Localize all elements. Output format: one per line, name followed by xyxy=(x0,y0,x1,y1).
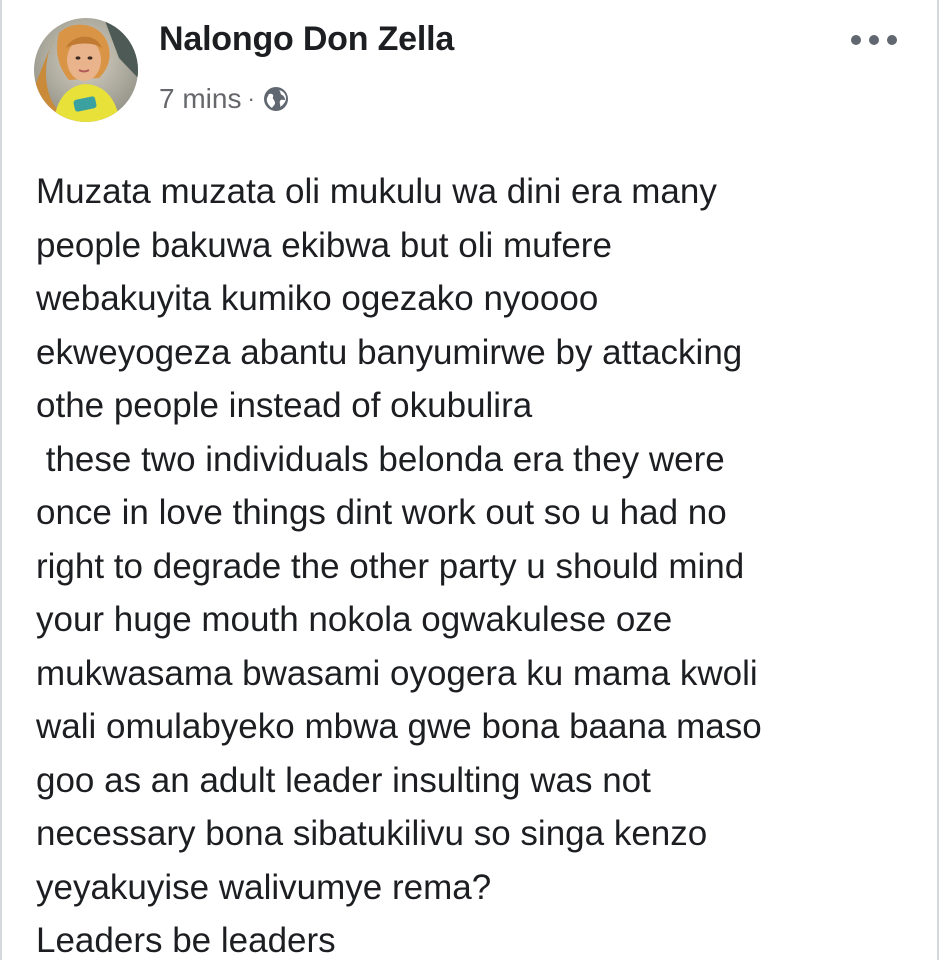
post-meta: 7 mins · xyxy=(159,80,289,118)
globe-icon[interactable] xyxy=(263,86,289,112)
post-text-line: othe people instead of okubulira xyxy=(36,386,533,425)
post-text-line: these two individuals belonda era they w… xyxy=(36,439,725,479)
post-text-line: webakuyita kumiko ogezako nyoooo xyxy=(36,279,599,318)
post-text-line: wali omulabyeko mbwa gwe bona baana maso xyxy=(36,707,762,746)
post-text-line: your huge mouth nokola ogwakulese oze xyxy=(36,600,673,639)
post-text-line: goo as an adult leader insulting was not xyxy=(36,760,651,800)
avatar-photo xyxy=(34,18,138,122)
avatar[interactable] xyxy=(34,18,138,122)
post-text-line: once in love things dint work out so u h… xyxy=(36,493,727,532)
post-timestamp[interactable]: 7 mins xyxy=(159,83,241,115)
post-text-line: necessary bona sibatukilivu so singa ken… xyxy=(36,814,708,853)
more-dot xyxy=(851,35,861,45)
post-text-line: yeyakuyise walivumye rema? xyxy=(36,867,492,907)
more-dot xyxy=(869,35,879,45)
more-dot xyxy=(887,35,897,45)
meta-separator: · xyxy=(247,86,255,111)
post-text: Muzata muzata oli mukulu wa dini era man… xyxy=(36,165,916,968)
post-author-name[interactable]: Nalongo Don Zella xyxy=(159,20,454,59)
facebook-post: Nalongo Don Zella 7 mins · Muzata muzata… xyxy=(0,0,939,960)
post-text-line: Muzata muzata oli mukulu wa dini era man… xyxy=(36,172,717,211)
post-text-line: Leaders be leaders xyxy=(36,921,336,960)
more-options-icon[interactable] xyxy=(851,30,897,50)
post-text-line: right to degrade the other party u shoul… xyxy=(36,546,745,586)
post-text-line: mukwasama bwasami oyogera ku mama kwoli xyxy=(36,653,758,693)
post-text-line: people bakuwa ekibwa but oli mufere xyxy=(36,225,612,265)
post-text-line: ekweyogeza abantu banyumirwe by attackin… xyxy=(36,332,743,372)
